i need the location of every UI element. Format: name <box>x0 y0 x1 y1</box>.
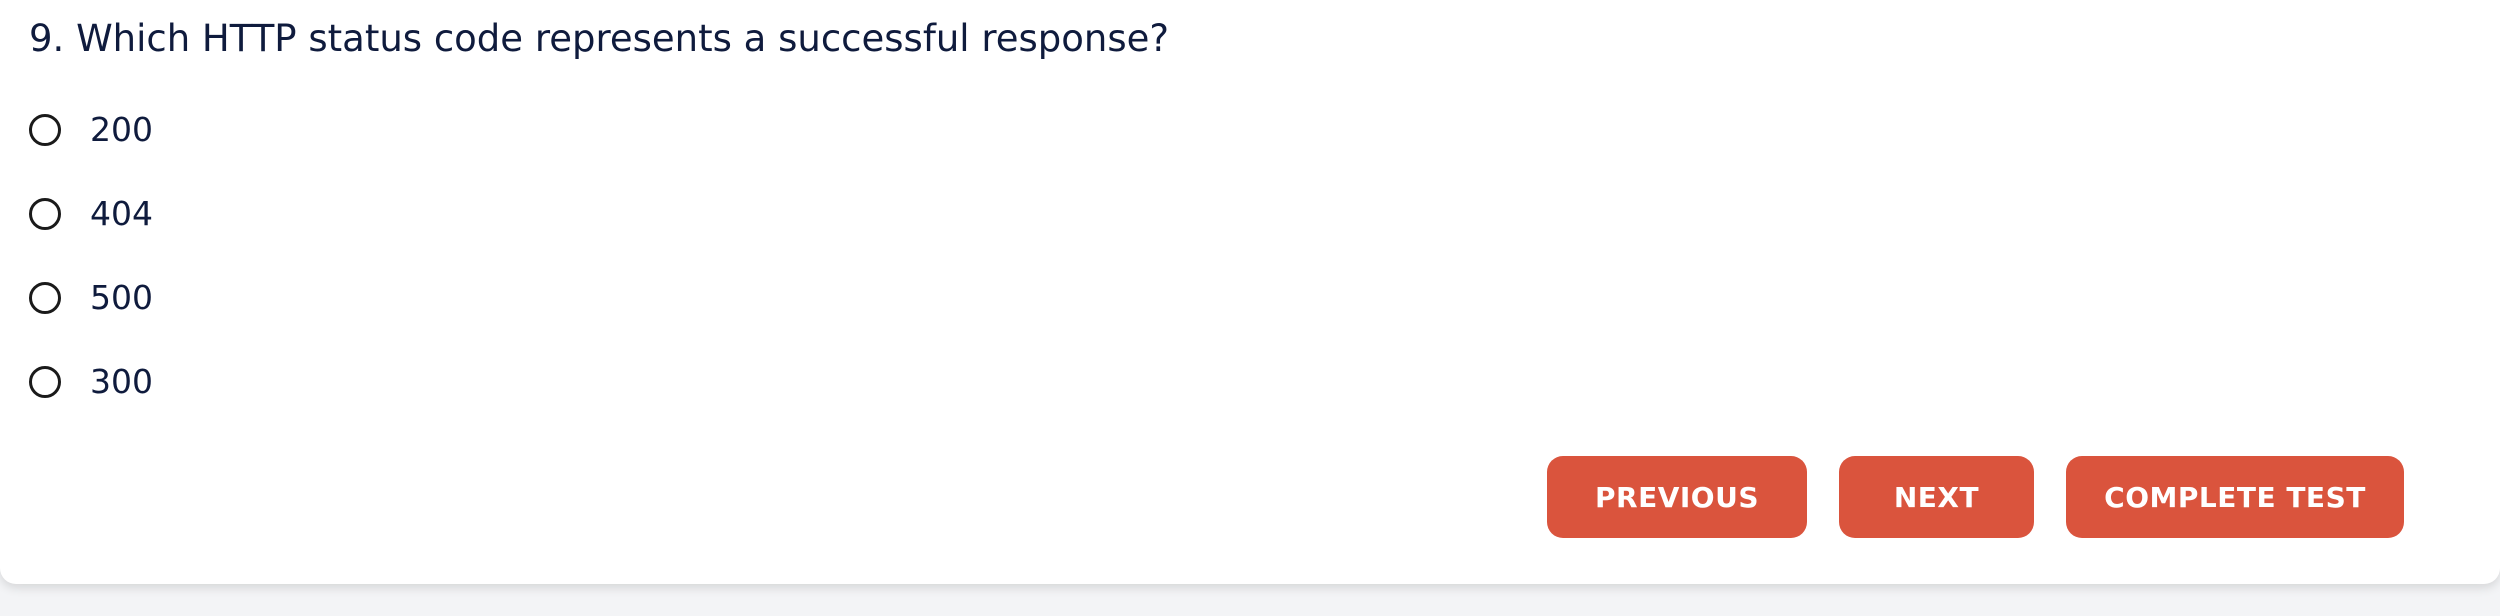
answer-options: 200 404 500 300 <box>29 105 153 441</box>
question-text: 9. Which HTTP status code represents a s… <box>29 17 1170 60</box>
option-label: 200 <box>90 110 153 149</box>
radio-button[interactable] <box>29 198 61 230</box>
next-button[interactable]: NEXT <box>1839 456 2034 538</box>
question-card: 9. Which HTTP status code represents a s… <box>0 0 2500 584</box>
radio-button[interactable] <box>29 366 61 398</box>
radio-button[interactable] <box>29 282 61 314</box>
option-300[interactable]: 300 <box>29 357 153 407</box>
option-500[interactable]: 500 <box>29 273 153 323</box>
complete-test-button[interactable]: COMPLETE TEST <box>2066 456 2404 538</box>
option-404[interactable]: 404 <box>29 189 153 239</box>
option-label: 404 <box>90 194 153 233</box>
previous-button[interactable]: PREVIOUS <box>1547 456 1807 538</box>
radio-button[interactable] <box>29 114 61 146</box>
option-label: 300 <box>90 362 153 401</box>
option-label: 500 <box>90 278 153 317</box>
option-200[interactable]: 200 <box>29 105 153 155</box>
